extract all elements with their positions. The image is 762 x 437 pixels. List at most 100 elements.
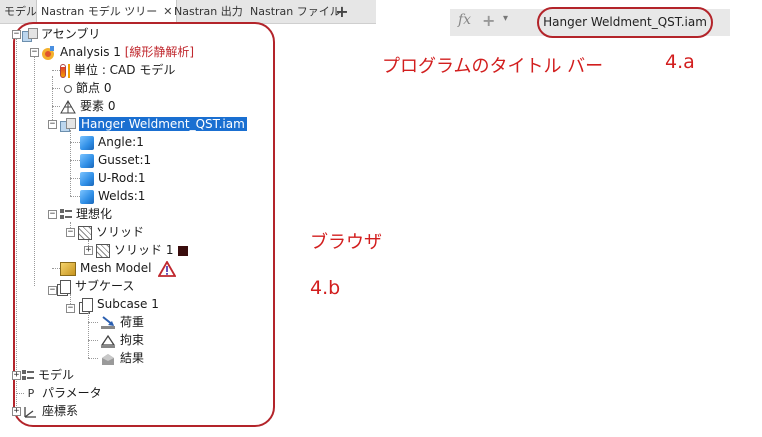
tree-label: Mesh Model — [80, 261, 152, 275]
tree-node-constraints[interactable]: 拘束 — [100, 332, 144, 348]
tree-line — [70, 142, 80, 143]
annotation-title-bar: プログラムのタイトル バー — [382, 56, 604, 77]
tree-label: U-Rod:1 — [98, 171, 146, 185]
collapse-toggle[interactable]: − — [12, 30, 21, 39]
function-icon[interactable]: fx — [458, 12, 471, 28]
tree-node-results[interactable]: 結果 — [100, 350, 144, 366]
tab-label: モデル — [4, 5, 37, 18]
collapse-toggle[interactable]: − — [66, 304, 75, 313]
expand-toggle[interactable]: + — [12, 371, 21, 380]
tree-node-solid-group[interactable]: ソリッド — [78, 224, 144, 240]
tree-label: Welds:1 — [98, 189, 146, 203]
tree-node-mesh-model[interactable]: Mesh Model — [60, 260, 177, 277]
element-icon — [60, 99, 76, 113]
tab-nastran-model-tree[interactable]: Nastran モデル ツリー ✕ — [36, 0, 178, 24]
tab-label: Nastran 出力 — [174, 5, 243, 18]
tree-label: サブケース — [75, 279, 135, 293]
tab-label: Nastran ファイル — [250, 5, 341, 18]
tree-node-part[interactable]: Gusset:1 — [80, 152, 151, 168]
collapse-toggle[interactable]: − — [48, 120, 57, 129]
customize-dropdown-icon[interactable]: ▾ — [503, 13, 508, 24]
subcase-document-icon — [79, 297, 93, 314]
analysis-icon — [42, 45, 54, 60]
tree-node-subcase-1[interactable]: Subcase 1 — [79, 296, 159, 314]
tab-model[interactable]: モデル — [0, 0, 41, 23]
tree-node-elements[interactable]: 要素 0 — [60, 98, 115, 114]
constraint-icon — [100, 334, 116, 348]
tree-label: ソリッド — [96, 225, 145, 239]
tree-label: 荷重 — [120, 315, 145, 329]
tree-line — [88, 340, 98, 341]
assembly-icon — [60, 118, 76, 132]
tree-node-model[interactable]: モデル — [22, 367, 74, 383]
tree-node-part[interactable]: Angle:1 — [80, 134, 144, 150]
collapse-toggle[interactable]: − — [48, 210, 57, 219]
collapse-toggle[interactable]: − — [48, 286, 57, 295]
tree-node-coordinate-systems[interactable]: 座標系 — [22, 403, 78, 419]
load-arrow-icon — [101, 315, 115, 329]
tree-node-analysis[interactable]: Analysis 1 [線形静解析] — [40, 44, 194, 60]
coordinate-axes-icon — [24, 406, 36, 418]
tree-label: 結果 — [120, 351, 145, 365]
tree-node-assembly-file[interactable]: Hanger Weldment_QST.iam — [60, 116, 247, 132]
idealization-icon — [60, 208, 72, 222]
mesh-model-icon — [60, 261, 76, 276]
tab-nastran-file[interactable]: Nastran ファイル — [246, 0, 345, 23]
tree-node-subcases[interactable]: サブケース — [57, 278, 135, 296]
tree-label: Subcase 1 — [97, 297, 159, 311]
tab-nastran-output[interactable]: Nastran 出力 — [170, 0, 247, 23]
tree-node-part[interactable]: U-Rod:1 — [80, 170, 146, 186]
tree-line — [70, 160, 80, 161]
tree-label: 拘束 — [120, 333, 145, 347]
tree-node-assembly[interactable]: アセンブリ — [22, 26, 100, 42]
tree-label: 要素 0 — [80, 99, 116, 113]
add-tab-icon[interactable]: + — [335, 0, 349, 23]
tree-label: Angle:1 — [98, 135, 144, 149]
expand-toggle[interactable]: + — [84, 246, 93, 255]
annotation-ref-4a: 4.a — [665, 51, 695, 73]
tab-bar: モデル Nastran モデル ツリー ✕ Nastran 出力 Nastran … — [0, 0, 376, 24]
color-swatch — [178, 245, 189, 256]
tree-label: モデル — [38, 368, 75, 382]
tree-node-part[interactable]: Welds:1 — [80, 188, 145, 204]
tree-line — [88, 322, 98, 323]
units-bar-icon — [68, 63, 70, 78]
tree-node-idealization[interactable]: 理想化 — [60, 206, 112, 222]
tab-label: Nastran モデル ツリー — [41, 5, 158, 18]
tree-label: 節点 0 — [76, 81, 112, 95]
tree-node-nodes[interactable]: 節点 0 — [60, 80, 111, 96]
tree-line — [16, 393, 24, 394]
tree-label: 単位 : CAD モデル — [74, 63, 176, 77]
plus-icon[interactable]: + — [482, 11, 495, 30]
tree-line — [52, 268, 60, 269]
tree-line — [52, 88, 60, 89]
part-cube-icon — [80, 189, 94, 204]
results-icon — [102, 353, 114, 365]
warning-icon — [158, 260, 177, 277]
collapse-toggle[interactable]: − — [30, 48, 39, 57]
thermometer-icon — [60, 63, 66, 78]
tree-label: Analysis 1 — [60, 45, 121, 59]
solid-wireframe-icon — [96, 243, 110, 258]
tree-line — [16, 38, 17, 412]
tree-line — [88, 358, 98, 359]
expand-toggle[interactable]: + — [12, 407, 21, 416]
collapse-toggle[interactable]: − — [66, 228, 75, 237]
parameters-icon: P — [27, 387, 35, 400]
tree-label: ソリッド 1 — [114, 243, 174, 257]
tree-label: 座標系 — [42, 404, 79, 418]
tree-line — [88, 312, 89, 358]
tree-line — [70, 130, 71, 196]
tree-node-units[interactable]: 単位 : CAD モデル — [60, 62, 175, 78]
tree-line — [34, 56, 35, 286]
tree-line — [70, 196, 80, 197]
tree-node-parameters[interactable]: P パラメータ — [24, 385, 102, 401]
annotation-ref-4b: 4.b — [310, 277, 341, 299]
tree-node-solid-item[interactable]: ソリッド 1 — [96, 242, 189, 258]
document-title: Hanger Weldment_QST.iam — [537, 7, 713, 38]
tree-node-loads[interactable]: 荷重 — [100, 314, 144, 330]
assembly-icon — [22, 28, 38, 42]
annotation-browser: ブラウザ — [310, 232, 382, 253]
tree-label-selected: Hanger Weldment_QST.iam — [79, 117, 247, 131]
part-cube-icon — [80, 153, 94, 168]
